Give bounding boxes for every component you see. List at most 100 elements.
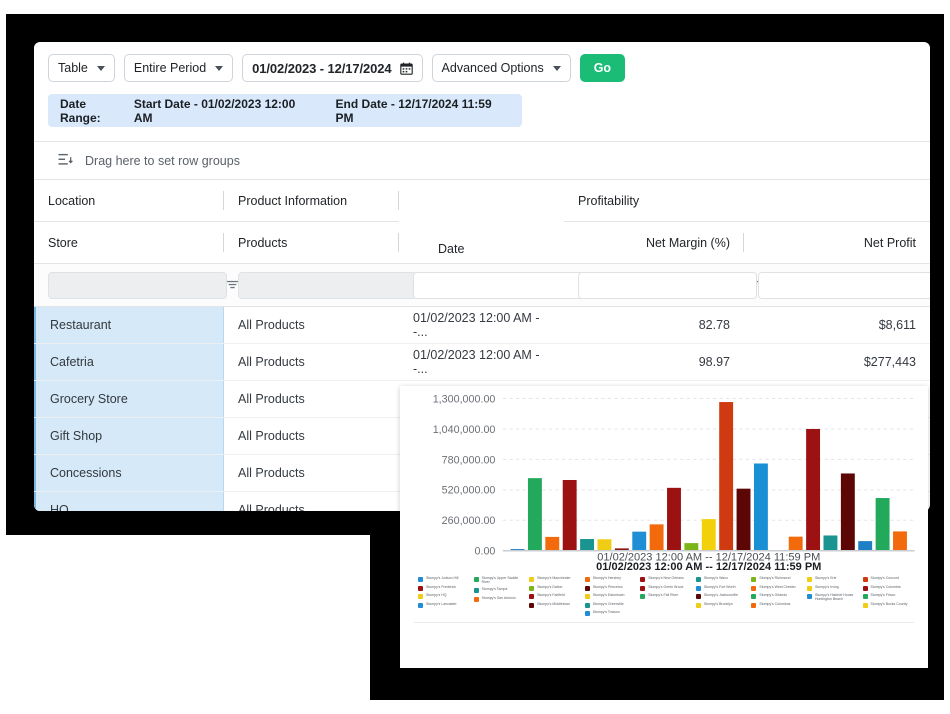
chart-bar[interactable] [840, 473, 855, 551]
cell-products: All Products [238, 355, 305, 369]
legend-item[interactable]: Stumpy's New Orleans [640, 576, 692, 582]
legend-label: Stumpy's Eatontown [592, 593, 625, 597]
chart-bar[interactable] [893, 531, 907, 551]
date-range-end: End Date - 12/17/2024 11:59 PM [335, 96, 492, 125]
chevron-down-icon [552, 65, 561, 71]
legend-swatch-icon [473, 588, 479, 594]
legend-item[interactable]: Stumpy's Fairfield [529, 593, 581, 599]
legend-item[interactable]: Stumpy's Judson Hill [418, 576, 470, 582]
column-header-date[interactable] [399, 222, 564, 263]
legend-item[interactable]: Stumpy's Fall River [640, 593, 692, 599]
chart-bar[interactable] [684, 543, 699, 551]
legend-item[interactable]: Stumpy's Columbia [862, 585, 915, 591]
chevron-down-icon [96, 65, 105, 71]
legend-swatch-icon [751, 585, 757, 591]
legend-item[interactable]: Stumpy's Fort Worth [695, 584, 748, 591]
view-type-label: Table [58, 61, 88, 75]
column-header-products[interactable]: Products [224, 222, 399, 263]
legend-label: Stumpy's Lancaster [426, 601, 457, 606]
chart-bar[interactable] [719, 402, 734, 551]
legend-swatch-icon [862, 594, 868, 599]
date-range-start: Start Date - 01/02/2023 12:00 AM [133, 96, 296, 125]
header-group-profitability[interactable]: Profitability [564, 180, 744, 222]
header-group-product-information[interactable]: Product Information [224, 180, 399, 222]
legend-item[interactable]: Stumpy's Irving [806, 585, 859, 591]
legend-item[interactable]: Stumpy's Middletown [529, 602, 581, 608]
filter-input-store[interactable] [48, 271, 227, 299]
header-group-location[interactable]: Location [34, 180, 224, 222]
legend-label: Stumpy's Orlando [759, 593, 788, 597]
filter-input-products[interactable] [238, 271, 417, 299]
table-row[interactable]: Restaurant All Products 01/02/2023 12:00 A… [34, 307, 930, 344]
legend-label: Stumpy's Waco [703, 576, 728, 580]
legend-swatch-icon [473, 596, 479, 602]
legend-item[interactable]: Stumpy's Frisco [862, 593, 915, 599]
legend-item[interactable]: Stumpy's Erie [806, 576, 859, 582]
legend-label: Stumpy's Brooklyn [703, 601, 733, 606]
legend-item[interactable]: Stumpy's Frederick [418, 585, 470, 591]
legend-item[interactable]: Stumpy's Waco [695, 576, 748, 582]
legend-item[interactable]: Stumpy's Richmond [751, 576, 803, 582]
legend-item[interactable]: Stumpy's Green Brook [640, 585, 692, 591]
chart-bar[interactable] [753, 463, 768, 551]
chart-bar[interactable] [597, 539, 612, 551]
row-group-dropzone[interactable]: Drag here to set row groups [34, 142, 930, 180]
chart-bar[interactable] [858, 541, 873, 551]
advanced-options-select[interactable]: Advanced Options [431, 54, 571, 82]
chart-bar[interactable] [788, 536, 803, 551]
filter-input-net-margin[interactable] [578, 271, 757, 299]
legend-item[interactable]: Stumpy's Hatchet House Huntington Beach [806, 593, 859, 602]
legend-label: Stumpy's Fort Worth [703, 584, 736, 589]
legend-label: Stumpy's Upper Saddle River [481, 576, 519, 585]
chart-bars [510, 402, 907, 552]
legend-item[interactable]: Stumpy's Lancaster [418, 602, 470, 608]
filter-input-net-profit[interactable] [758, 271, 930, 299]
header-group-date-spacer [399, 180, 564, 222]
legend-swatch-icon [695, 585, 701, 591]
legend-item[interactable]: Stumpy's Bucks County [862, 602, 915, 608]
chart-bar[interactable] [649, 524, 664, 551]
legend-item[interactable]: Stumpy's Eatontown [584, 593, 637, 599]
legend-item[interactable]: Stumpy's Greenville [584, 602, 637, 608]
chart-bar[interactable] [545, 536, 560, 551]
chart-bar[interactable] [527, 478, 542, 551]
chart-bar[interactable] [580, 539, 595, 551]
view-type-select[interactable]: Table [48, 54, 115, 82]
legend-item[interactable]: Stumpy's Orlando [751, 593, 803, 599]
legend-item[interactable]: Stumpy's Tampa [473, 587, 526, 594]
legend-item[interactable]: Stumpy's Jacksonville [695, 593, 748, 599]
legend-item[interactable]: Stumpy's Concord [862, 576, 915, 582]
legend-item[interactable]: Stumpy's Princeton [584, 585, 637, 591]
column-header-net-margin[interactable]: Net Margin (%) [564, 222, 744, 263]
chart-bar[interactable] [736, 488, 751, 551]
chart-bar[interactable] [701, 519, 716, 551]
chart-bar[interactable] [562, 479, 577, 551]
legend-swatch-icon [751, 602, 757, 608]
legend-item[interactable]: Stumpy's Manchester [529, 576, 581, 582]
legend-item[interactable]: Stumpy's Columbus [751, 602, 803, 608]
column-header-store[interactable]: Store [34, 222, 224, 263]
chart-bar[interactable] [823, 535, 838, 551]
date-range-picker[interactable]: 01/02/2023 - 12/17/2024 [242, 54, 423, 82]
legend-item[interactable]: Stumpy's West Chester [751, 585, 803, 591]
chart-legend: Stumpy's Judson Hill Stumpy's Frederick St… [400, 571, 928, 616]
legend-item[interactable]: Stumpy's San Antonio [473, 596, 526, 602]
chart-bar[interactable] [875, 498, 890, 551]
column-header-net-profit[interactable]: Net Profit [744, 222, 930, 263]
legend-label: Stumpy's Frisco [870, 593, 896, 597]
legend-item[interactable]: Stumpy's Dalton [529, 585, 581, 591]
legend-swatch-icon [862, 585, 868, 591]
legend-item[interactable]: Stumpy's Hershey [584, 576, 637, 582]
chart-bar[interactable] [806, 428, 821, 551]
chart-bar[interactable] [632, 531, 647, 551]
legend-item[interactable]: Stumpy's HQ [418, 593, 470, 599]
date-range-banner: Date Range: Start Date - 01/02/2023 12:0… [48, 94, 522, 127]
go-button[interactable]: Go [579, 54, 626, 82]
legend-item[interactable]: Stumpy's Brooklyn [695, 601, 748, 608]
column-filter-row [34, 264, 930, 307]
table-row[interactable]: Cafetria All Products 01/02/2023 12:00 AM … [34, 344, 930, 381]
legend-item[interactable]: Stumpy's Towson [584, 610, 637, 616]
chart-bar[interactable] [667, 487, 681, 551]
legend-item[interactable]: Stumpy's Upper Saddle River [473, 576, 526, 585]
period-select[interactable]: Entire Period [123, 54, 234, 82]
